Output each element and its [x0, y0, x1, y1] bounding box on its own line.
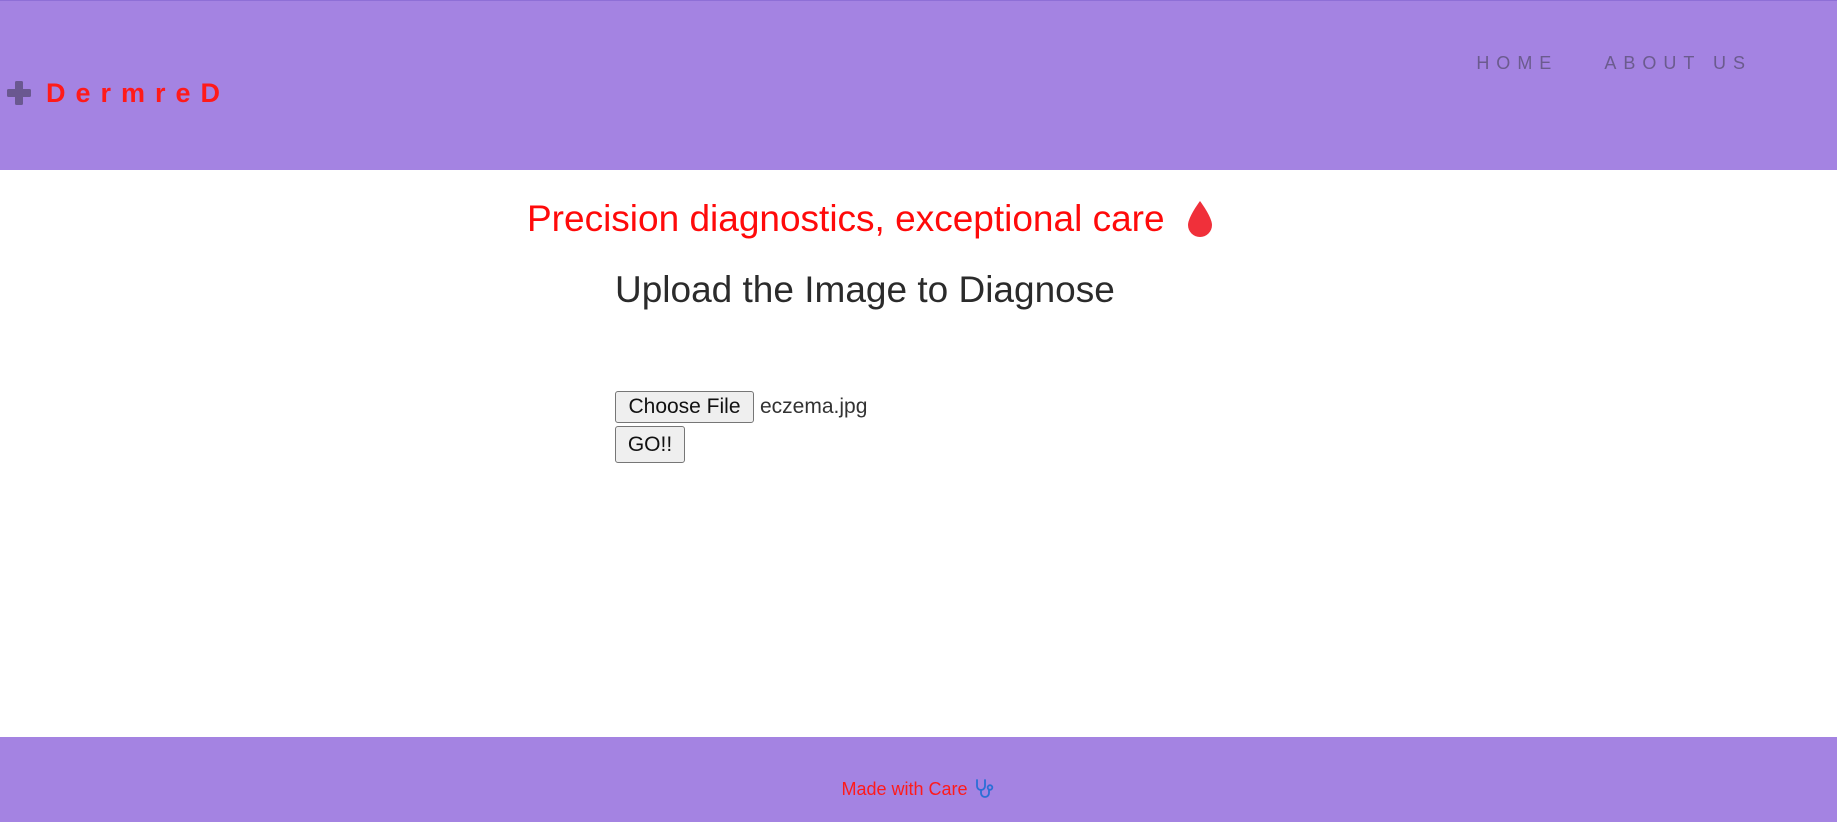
plus-icon — [6, 80, 32, 106]
drop-icon — [1185, 199, 1215, 239]
brand[interactable]: DermreD — [6, 77, 230, 109]
file-input[interactable]: Choose File eczema.jpg — [615, 391, 867, 423]
go-button[interactable]: GO!! — [615, 426, 685, 463]
footer-text: Made with Care — [841, 779, 968, 799]
upload-title: Upload the Image to Diagnose — [615, 269, 1115, 310]
site-header: DermreD HOME ABOUT US — [0, 0, 1837, 170]
brand-name: DermreD — [46, 78, 231, 108]
tagline: Precision diagnostics, exceptional care — [527, 197, 1215, 241]
nav-home-link[interactable]: HOME — [1476, 51, 1558, 75]
site-footer: Made with Care — [0, 737, 1837, 822]
stethoscope-icon — [974, 778, 996, 800]
choose-file-button[interactable]: Choose File — [615, 391, 754, 423]
main-nav: HOME ABOUT US — [1476, 51, 1752, 75]
footer-content: Made with Care — [0, 777, 1837, 801]
nav-about-us-link[interactable]: ABOUT US — [1604, 51, 1752, 75]
tagline-text: Precision diagnostics, exceptional care — [527, 198, 1165, 239]
selected-file-name: eczema.jpg — [760, 395, 868, 418]
